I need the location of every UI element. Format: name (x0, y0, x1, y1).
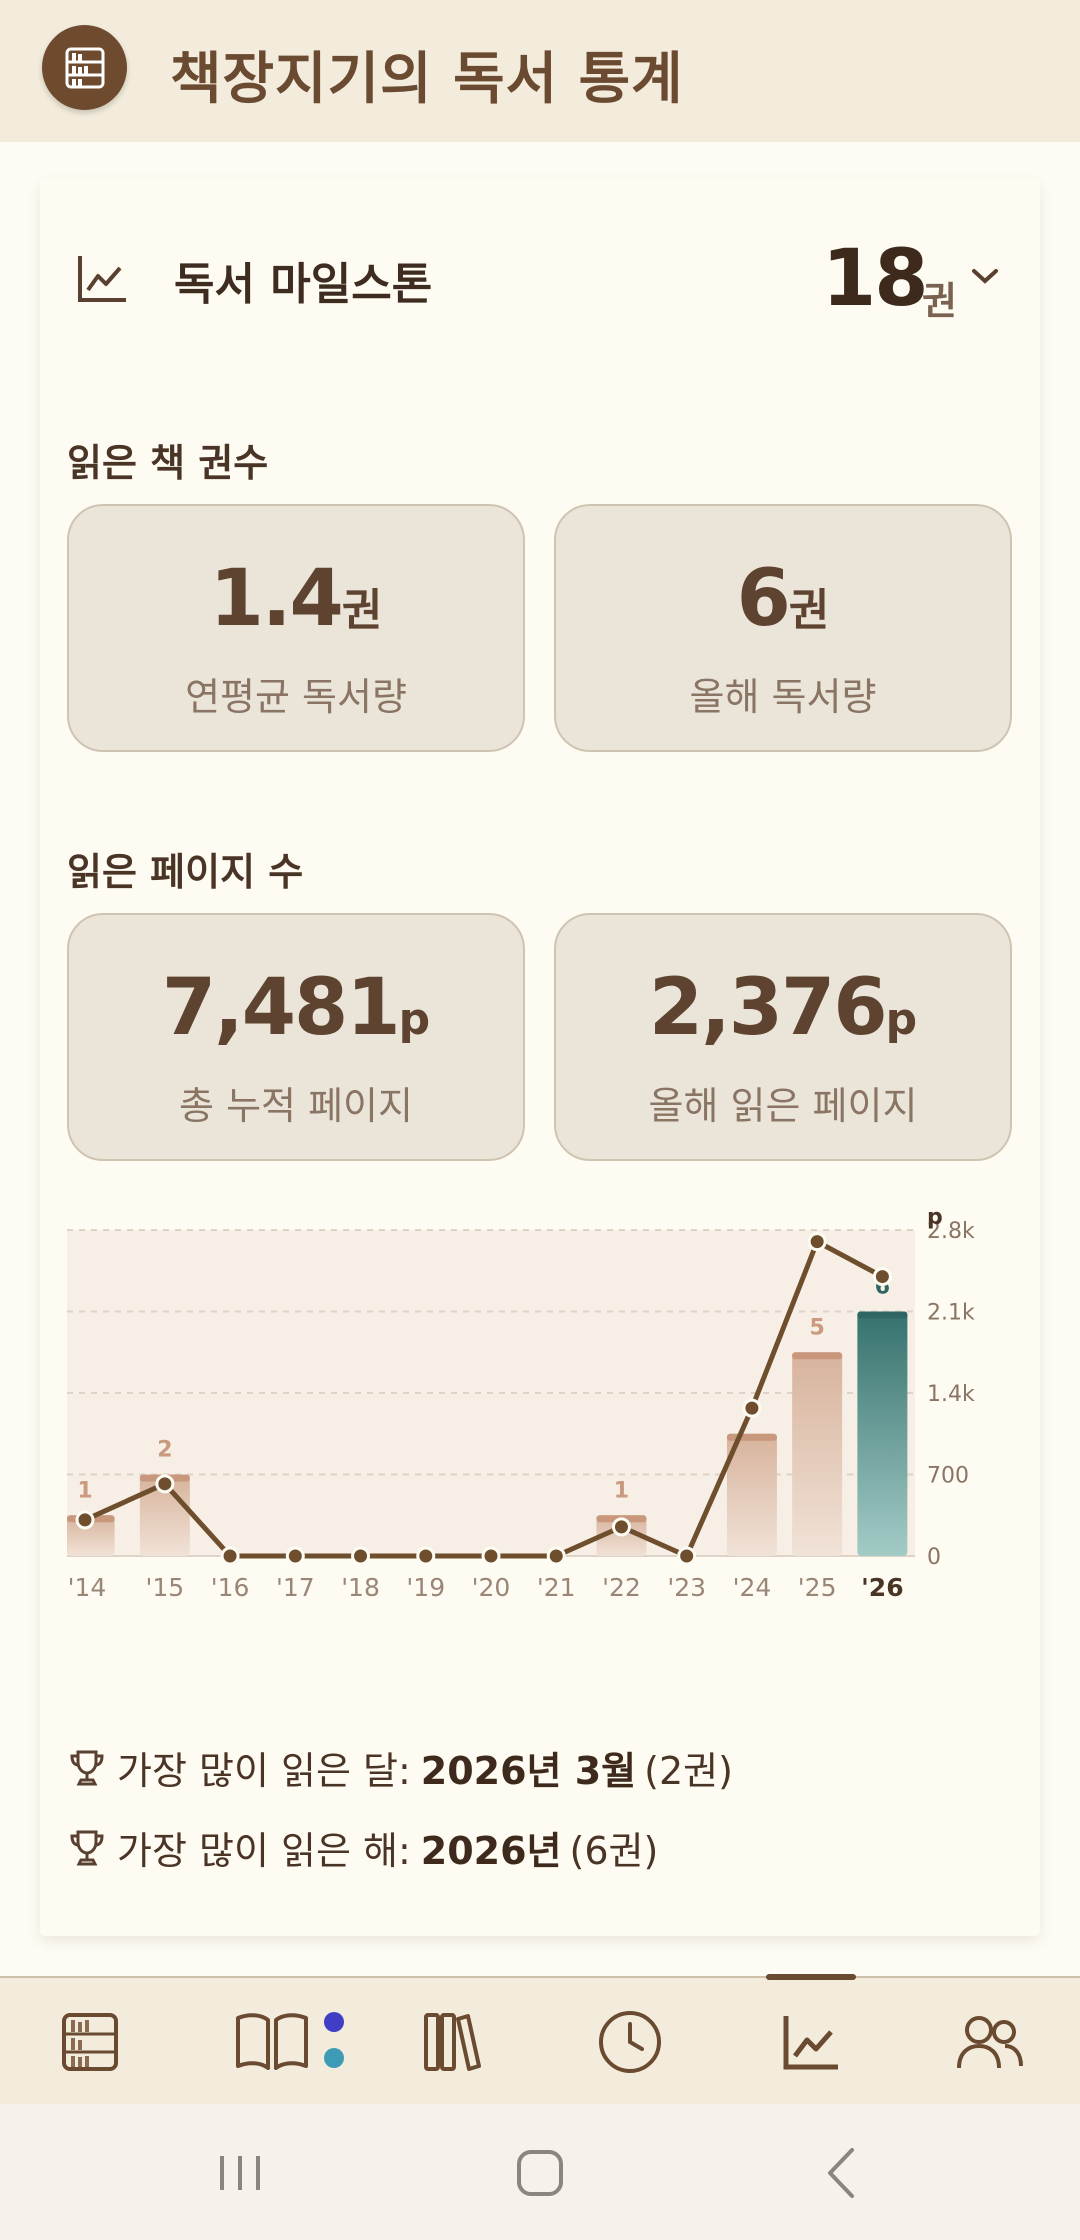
bar (792, 1352, 843, 1556)
stat-label: 총 누적 페이지 (179, 1084, 413, 1128)
stat-card-avg-books: 1.4권 연평균 독서량 (67, 504, 525, 752)
x-tick-label: '19 (406, 1573, 445, 1602)
line-point (416, 1546, 436, 1566)
nav-tab-library[interactable] (402, 1978, 502, 2106)
line-point (351, 1546, 371, 1566)
x-tick-label: '25 (798, 1573, 837, 1602)
line-point (481, 1546, 501, 1566)
x-tick-label: '14 (68, 1573, 107, 1602)
line-point (611, 1517, 631, 1537)
stat-card-total-pages: 7,481p 총 누적 페이지 (67, 913, 525, 1161)
stat-card-year-pages: 2,376p 올해 읽은 페이지 (554, 913, 1012, 1161)
status-dots (324, 2012, 344, 2068)
bookshelf-icon (62, 2013, 118, 2071)
y-axis-unit: p (927, 1210, 943, 1230)
x-tick-label: '16 (211, 1573, 250, 1602)
chart-line-icon (783, 2016, 838, 2070)
app-logo[interactable] (42, 25, 127, 110)
trophy-icon (70, 1830, 104, 1865)
open-book-icon (236, 2013, 308, 2070)
line-point (807, 1232, 827, 1252)
line-point (220, 1546, 240, 1566)
clock-icon (599, 2011, 661, 2073)
bar-cap (792, 1352, 843, 1360)
milestone-unit: 권 (922, 279, 957, 323)
stat-value: 6권 (736, 554, 830, 644)
bookshelf-icon (65, 47, 104, 88)
nav-tab-history[interactable] (580, 1978, 680, 2106)
y-tick-label: 700 (927, 1464, 969, 1489)
line-point (872, 1267, 892, 1287)
home-icon[interactable] (505, 2138, 575, 2208)
stat-value: 7,481p (161, 963, 431, 1053)
bar-data-label: 1 (614, 1478, 629, 1503)
system-nav-bar (0, 2104, 1080, 2240)
x-tick-label: '23 (667, 1573, 706, 1602)
stat-value: 2,376p (648, 963, 918, 1053)
best-year: 가장 많이 읽은 해: 2026년 (6권) (67, 1820, 658, 1875)
stat-label: 올해 독서량 (689, 675, 877, 719)
nav-tab-reading[interactable] (220, 1978, 360, 2106)
bar-cap (726, 1433, 777, 1441)
best-month: 가장 많이 읽은 달: 2026년 3월 (2권) (67, 1740, 733, 1795)
chevron-down-icon[interactable] (970, 266, 1000, 288)
stat-label: 올해 읽은 페이지 (648, 1084, 918, 1128)
bar-cap (857, 1311, 908, 1319)
bar-data-label: 1 (77, 1478, 92, 1503)
bar (857, 1311, 908, 1556)
users-icon (957, 2016, 1023, 2069)
line-point (677, 1546, 697, 1566)
chart-line-icon (78, 256, 126, 302)
books-section-label: 읽은 책 권수 (67, 441, 269, 485)
line-point (742, 1398, 762, 1418)
books-icon (424, 2013, 481, 2071)
x-tick-label: '24 (733, 1573, 772, 1602)
y-tick-label: 1.4k (927, 1382, 975, 1407)
line-point (75, 1510, 95, 1530)
line-point (155, 1474, 175, 1494)
milestone-card: 독서 마일스톤 18 권 읽은 책 권수 1.4권 연평균 독서량 6권 올해 … (40, 178, 1040, 1936)
line-point (546, 1546, 566, 1566)
y-tick-label: 0 (927, 1545, 941, 1570)
stat-value: 1.4권 (209, 554, 383, 644)
trophy-icon (70, 1750, 104, 1785)
stat-card-year-books: 6권 올해 독서량 (554, 504, 1012, 752)
app-header: 책장지기의 독서 통계 (0, 0, 1080, 142)
x-tick-label: '20 (472, 1573, 511, 1602)
x-tick-label: '15 (146, 1573, 185, 1602)
nav-tab-bookshelf[interactable] (40, 1978, 140, 2106)
x-tick-label: '26 (861, 1573, 903, 1602)
stat-label: 연평균 독서량 (185, 675, 407, 719)
page-title: 책장지기의 독서 통계 (170, 47, 684, 112)
pages-section-label: 읽은 페이지 수 (67, 850, 304, 894)
line-point (285, 1546, 305, 1566)
milestone-count: 18 (822, 234, 929, 324)
x-tick-label: '22 (602, 1573, 641, 1602)
yearly-reading-chart: 07001.4k2.1k2.8kp1'142'15'16'17'18'19'20… (67, 1210, 975, 1602)
nav-tab-stats[interactable] (761, 1978, 861, 2106)
milestone-title: 독서 마일스톤 (174, 259, 433, 310)
x-tick-label: '18 (341, 1573, 380, 1602)
bar-data-label: 2 (157, 1438, 172, 1463)
y-tick-label: 2.1k (927, 1301, 975, 1326)
bottom-nav (0, 1974, 1080, 2106)
bar-data-label: 5 (809, 1315, 824, 1340)
x-tick-label: '21 (537, 1573, 576, 1602)
back-icon[interactable] (808, 2138, 878, 2208)
recent-apps-icon[interactable] (205, 2138, 275, 2208)
x-tick-label: '17 (276, 1573, 315, 1602)
nav-tab-friends[interactable] (940, 1978, 1040, 2106)
